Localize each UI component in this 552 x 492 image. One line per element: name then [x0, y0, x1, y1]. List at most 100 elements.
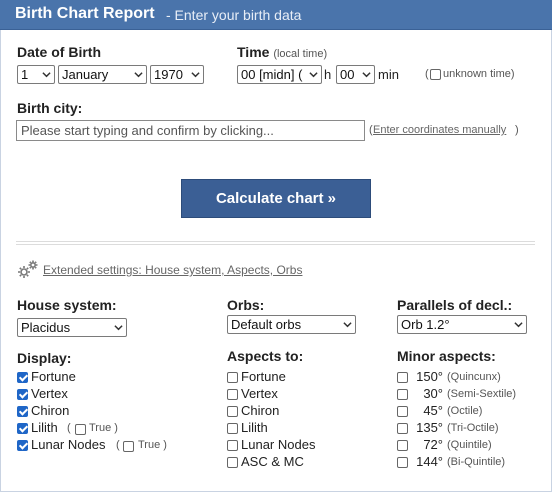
calculate-chart-button[interactable]: Calculate chart »: [181, 179, 371, 218]
chevron-down-icon: [309, 72, 318, 78]
aspect-lilith-checkbox[interactable]: [227, 423, 238, 434]
aspect-lunar-nodes-checkbox[interactable]: [227, 440, 238, 451]
aspect-lunar-nodes-label: Lunar Nodes: [241, 437, 316, 452]
minor-150-degree: 150°: [416, 369, 443, 384]
aspect-vertex-label: Vertex: [241, 386, 278, 401]
gears-icon: [18, 260, 38, 278]
orbs-select[interactable]: Default orbs: [227, 315, 356, 334]
hour-select[interactable]: 00 [midn] (: [237, 65, 322, 84]
minor-144-degree: 144°: [416, 454, 443, 469]
display-label: Display:: [17, 350, 72, 366]
aspect-asc-mc-checkbox[interactable]: [227, 457, 238, 468]
minor-135-checkbox[interactable]: [397, 423, 408, 434]
minor-72-degree: 72°: [423, 437, 443, 452]
display-vertex-label: Vertex: [31, 386, 68, 401]
nodes-true-label: True ): [138, 439, 167, 451]
house-system-label: House system:: [17, 297, 117, 313]
aspect-chiron-checkbox[interactable]: [227, 406, 238, 417]
lilith-true-label: True ): [89, 422, 118, 434]
chevron-down-icon: [191, 72, 200, 78]
display-lunar-nodes-label: Lunar Nodes: [31, 437, 106, 452]
lilith-true-text: True: [89, 422, 112, 434]
aspect-asc-mc-label: ASC & MC: [241, 454, 304, 469]
display-fortune-label: Fortune: [31, 369, 76, 384]
aspect-chiron-label: Chiron: [241, 403, 280, 418]
display-fortune-checkbox[interactable]: [17, 372, 28, 383]
minor-150-name: (Quincunx): [447, 371, 501, 383]
time-label: Time (local time): [237, 44, 327, 60]
day-value: 1: [21, 67, 29, 82]
display-lilith-label: Lilith: [31, 420, 58, 435]
minor-30-checkbox[interactable]: [397, 389, 408, 400]
chevron-down-icon: [114, 325, 123, 331]
unknown-time-paren-open: (: [425, 68, 429, 80]
minor-45-checkbox[interactable]: [397, 406, 408, 417]
page-subtitle: - Enter your birth data: [166, 7, 302, 23]
parallels-select[interactable]: Orb 1.2°: [397, 315, 527, 334]
aspects-to-label: Aspects to:: [227, 348, 304, 364]
hour-value: 00 [midn] (: [241, 67, 303, 82]
city-input[interactable]: Please start typing and confirm by click…: [16, 120, 365, 141]
minor-30-degree: 30°: [423, 386, 443, 401]
aspect-fortune-label: Fortune: [241, 369, 286, 384]
city-label: Birth city:: [17, 100, 83, 116]
dob-label: Date of Birth: [17, 44, 101, 60]
chevron-down-icon: [343, 322, 352, 328]
extended-settings-link[interactable]: Extended settings: House system, Aspects…: [43, 263, 302, 277]
minor-144-name: (Bi-Quintile): [447, 456, 506, 468]
parallels-value: Orb 1.2°: [401, 317, 450, 332]
year-select[interactable]: 1970: [150, 65, 204, 84]
unknown-time-checkbox[interactable]: [430, 69, 441, 80]
minor-72-name: (Quintile): [447, 439, 492, 451]
parallels-label: Parallels of decl.:: [397, 297, 513, 313]
minor-135-degree: 135°: [416, 420, 443, 435]
display-vertex-checkbox[interactable]: [17, 389, 28, 400]
house-system-value: Placidus: [21, 320, 71, 335]
divider: [16, 241, 535, 242]
minor-144-checkbox[interactable]: [397, 457, 408, 468]
house-system-select[interactable]: Placidus: [17, 318, 127, 337]
lilith-true-paren-open: (: [67, 422, 71, 434]
orbs-value: Default orbs: [231, 317, 302, 332]
minor-150-checkbox[interactable]: [397, 372, 408, 383]
minor-135-name: (Tri-Octile): [447, 422, 499, 434]
header-bar: Birth Chart Report - Enter your birth da…: [0, 0, 552, 30]
nodes-true-checkbox[interactable]: [123, 441, 134, 452]
nodes-true-text: True: [138, 439, 161, 451]
minute-select[interactable]: 00: [336, 65, 375, 84]
time-note: (local time): [273, 48, 328, 60]
orbs-label: Orbs:: [227, 297, 265, 313]
minor-45-degree: 45°: [423, 403, 443, 418]
unknown-time-text: unknown time: [443, 68, 511, 80]
aspect-fortune-checkbox[interactable]: [227, 372, 238, 383]
enter-coordinates-link[interactable]: Enter coordinates manually: [373, 124, 506, 136]
month-value: January: [62, 67, 109, 82]
display-chiron-checkbox[interactable]: [17, 406, 28, 417]
year-value: 1970: [154, 67, 183, 82]
display-lunar-nodes-checkbox[interactable]: [17, 440, 28, 451]
aspect-lilith-label: Lilith: [241, 420, 268, 435]
page-title: Birth Chart Report: [15, 5, 155, 22]
manual-link-paren-close: ): [515, 124, 519, 136]
display-chiron-label: Chiron: [31, 403, 70, 418]
hour-unit: h: [324, 67, 332, 82]
month-select[interactable]: January: [58, 65, 147, 84]
time-label-text: Time: [237, 44, 270, 60]
display-lilith-checkbox[interactable]: [17, 423, 28, 434]
divider: [16, 244, 535, 245]
day-select[interactable]: 1: [17, 65, 55, 84]
minor-30-name: (Semi-Sextile): [447, 388, 517, 400]
chevron-down-icon: [42, 72, 51, 78]
minute-unit: min: [378, 67, 399, 82]
chevron-down-icon: [362, 72, 371, 78]
minor-72-checkbox[interactable]: [397, 440, 408, 451]
minor-45-name: (Octile): [447, 405, 483, 417]
chevron-down-icon: [514, 322, 523, 328]
minute-value: 00: [340, 67, 355, 82]
unknown-time-label: unknown time): [443, 68, 515, 80]
chevron-down-icon: [134, 72, 143, 78]
lilith-true-checkbox[interactable]: [75, 424, 86, 435]
minor-aspects-label: Minor aspects:: [397, 348, 496, 364]
aspect-vertex-checkbox[interactable]: [227, 389, 238, 400]
nodes-true-paren-open: (: [116, 439, 120, 451]
